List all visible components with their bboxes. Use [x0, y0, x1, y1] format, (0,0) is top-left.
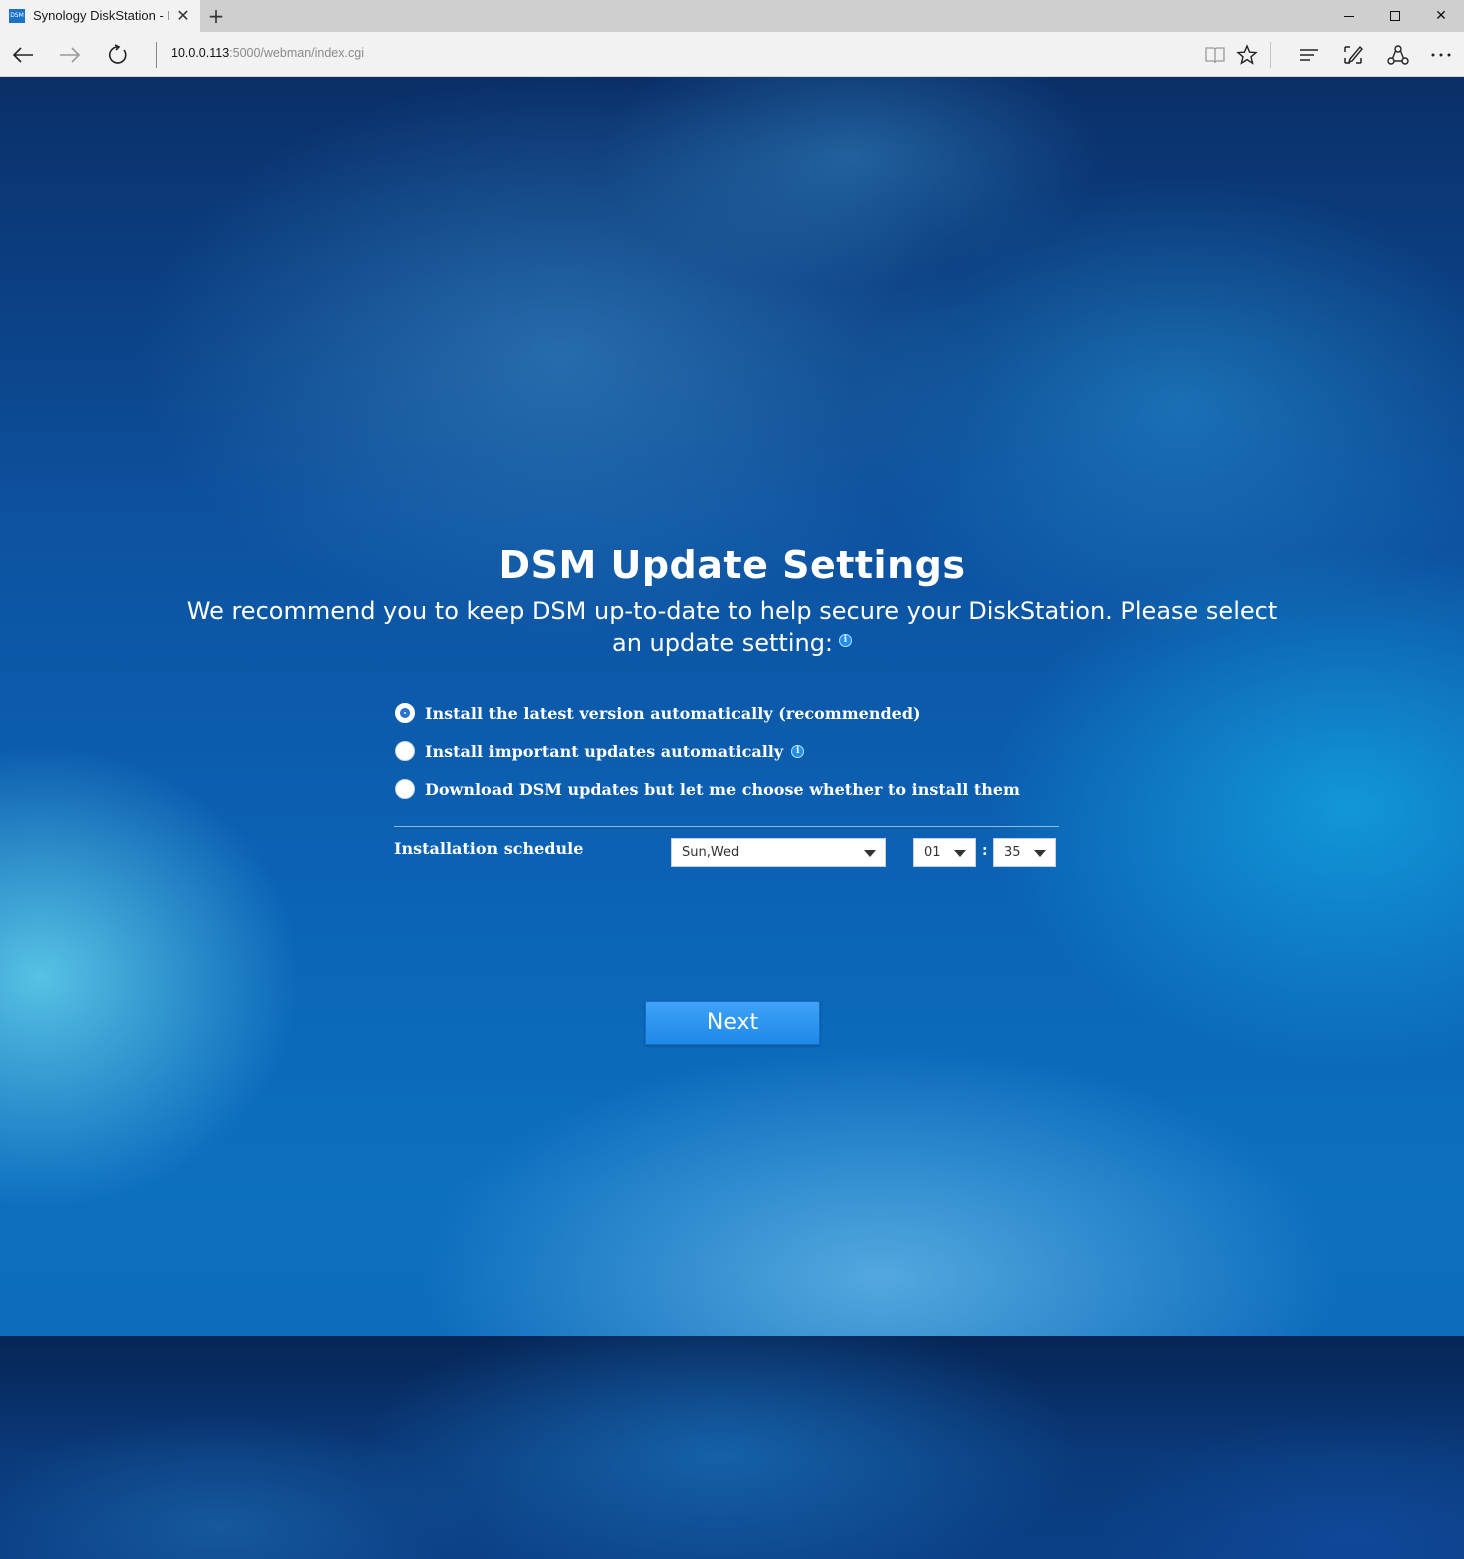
browser-tab[interactable]: DSM Synology DiskStation - I ✕	[0, 0, 200, 32]
chevron-down-icon	[1034, 850, 1046, 857]
page-subtitle: We recommend you to keep DSM up-to-date …	[182, 595, 1282, 659]
more-options-icon[interactable]	[1426, 40, 1456, 70]
schedule-hour-select[interactable]: 01	[913, 838, 976, 867]
chevron-down-icon	[954, 850, 966, 857]
subtitle-text: We recommend you to keep DSM up-to-date …	[186, 597, 1278, 657]
page-title: DSM Update Settings	[498, 543, 966, 587]
window-minimize-button[interactable]	[1326, 0, 1372, 32]
share-icon[interactable]	[1383, 40, 1413, 70]
update-options: Install the latest version automatically…	[395, 694, 1075, 808]
web-note-icon[interactable]	[1338, 40, 1368, 70]
radio-install-important[interactable]	[395, 741, 415, 761]
select-value: 01	[924, 845, 941, 860]
info-icon[interactable]: i	[839, 633, 853, 647]
select-value: 35	[1004, 845, 1021, 860]
chevron-down-icon	[864, 850, 876, 857]
tab-title: Synology DiskStation - I	[33, 8, 169, 23]
new-tab-icon[interactable]: +	[204, 4, 228, 28]
url-separator	[156, 42, 157, 68]
back-arrow-icon[interactable]	[8, 40, 38, 70]
info-icon[interactable]: i	[791, 744, 805, 758]
url-path: :5000/webman/index.cgi	[229, 46, 364, 60]
browser-navbar: 10.0.0.113:5000/webman/index.cgi	[0, 32, 1464, 77]
schedule-label: Installation schedule	[394, 839, 584, 858]
hub-icon[interactable]	[1294, 40, 1324, 70]
favorite-star-icon[interactable]	[1232, 40, 1262, 70]
url-host: 10.0.0.113	[171, 46, 230, 60]
address-bar[interactable]: 10.0.0.113:5000/webman/index.cgi	[171, 46, 364, 60]
dsm-favicon-icon: DSM	[9, 9, 25, 23]
toolbar-separator	[1270, 42, 1271, 68]
option-install-important[interactable]: Install important updates automatically …	[395, 732, 1075, 770]
reading-view-icon[interactable]	[1200, 40, 1230, 70]
time-separator: :	[982, 843, 988, 859]
tab-close-icon[interactable]: ✕	[172, 5, 194, 27]
dsm-page: DSM Update Settings We recommend you to …	[0, 77, 1464, 1559]
select-value: Sun,Wed	[682, 845, 740, 860]
option-label: Install the latest version automatically…	[425, 703, 921, 723]
option-label: Download DSM updates but let me choose w…	[425, 779, 1020, 799]
option-install-latest[interactable]: Install the latest version automatically…	[395, 694, 1075, 732]
window-close-button[interactable]: ✕	[1418, 0, 1464, 32]
option-label: Install important updates automatically	[425, 741, 784, 761]
option-download-only[interactable]: Download DSM updates but let me choose w…	[395, 770, 1075, 808]
browser-titlebar: DSM Synology DiskStation - I ✕ + ✕	[0, 0, 1464, 32]
schedule-minute-select[interactable]: 35	[993, 838, 1056, 867]
radio-download-only[interactable]	[395, 779, 415, 799]
window-maximize-button[interactable]	[1372, 0, 1418, 32]
radio-install-latest[interactable]	[395, 703, 415, 723]
schedule-days-select[interactable]: Sun,Wed	[671, 838, 886, 867]
page-footer-band	[0, 1336, 1464, 1559]
schedule-divider	[394, 826, 1059, 827]
forward-arrow-icon[interactable]	[55, 40, 85, 70]
refresh-icon[interactable]	[103, 40, 133, 70]
next-button[interactable]: Next	[645, 1001, 820, 1045]
